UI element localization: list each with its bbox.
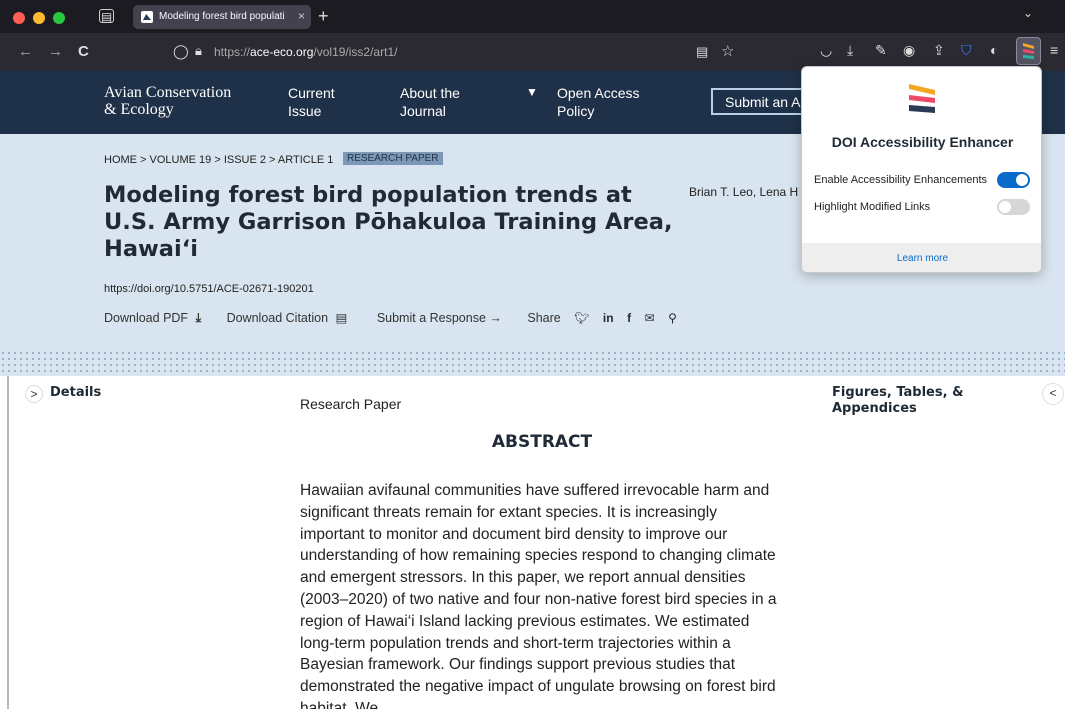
breadcrumb[interactable]: HOME > VOLUME 19 > ISSUE 2 > ARTICLE 1	[104, 154, 333, 166]
citation-icon: ▤	[335, 311, 348, 325]
tab-active[interactable]: Modeling forest bird population ×	[133, 5, 311, 29]
bitwarden-icon[interactable]: ⛉	[961, 42, 972, 59]
url-bar[interactable]: ◯ 🔒︎ https://ace-eco.org/vol19/iss2/art1…	[165, 39, 745, 65]
doi-extension-popup: DOI Accessibility Enhancer Enable Access…	[801, 66, 1042, 273]
lock-icon[interactable]: 🔒︎	[195, 43, 202, 59]
forward-button[interactable]: →	[48, 43, 63, 60]
email-icon[interactable]: ✉	[645, 311, 655, 325]
details-expand-button[interactable]: >	[25, 385, 43, 403]
abstract-heading: ABSTRACT	[491, 432, 593, 452]
browser-window: ▤ Modeling forest bird population × + ⌄ …	[0, 0, 1065, 709]
left-edge-bar	[0, 376, 9, 709]
twitter-icon[interactable]: 🐦︎	[574, 311, 589, 325]
downloads-icon[interactable]: ⤓	[847, 42, 853, 59]
facebook-icon[interactable]: f	[627, 311, 631, 325]
abstract-text: Hawaiian avifaunal communities have suff…	[300, 482, 777, 709]
paper-type-label: Research Paper	[300, 396, 402, 412]
submit-article-button[interactable]: Submit an Article	[711, 88, 811, 115]
reload-button[interactable]: C	[78, 43, 89, 60]
article-authors[interactable]: Brian T. Leo, Lena H	[689, 185, 809, 199]
close-window-button[interactable]	[13, 12, 25, 24]
article-type-badge: RESEARCH PAPER	[343, 152, 443, 165]
enable-enhancements-toggle[interactable]	[997, 172, 1030, 188]
site-logo[interactable]: Avian Conservation & Ecology	[104, 84, 231, 118]
minimize-window-button[interactable]	[33, 12, 45, 24]
tab-overview-icon[interactable]: ▤	[99, 9, 114, 24]
learn-more-link[interactable]: Learn more	[802, 243, 1041, 272]
zoom-window-button[interactable]	[53, 12, 65, 24]
figures-expand-button[interactable]: <	[1042, 383, 1064, 405]
bookmark-star-icon[interactable]: ☆	[721, 42, 734, 60]
share-label: Share	[527, 311, 561, 325]
download-pdf-link[interactable]: Download PDF ⤓	[104, 311, 201, 325]
copy-link-icon[interactable]: ⚲	[668, 311, 677, 325]
details-label[interactable]: Details	[50, 385, 101, 400]
new-tab-button[interactable]: +	[318, 6, 329, 27]
article-title: Modeling forest bird population trends a…	[104, 182, 673, 262]
dropdown-caret-icon[interactable]: ▼	[526, 85, 538, 99]
back-button[interactable]: ←	[18, 43, 33, 60]
submit-response-link[interactable]: Submit a Response →	[377, 311, 502, 325]
doi-extension-logo-icon	[1023, 43, 1034, 59]
decorative-dot-pattern	[0, 350, 1065, 376]
menu-hamburger-icon[interactable]: ≡	[1050, 42, 1058, 58]
pocket-icon[interactable]: ◡	[820, 42, 832, 59]
tab-list-chevron-icon[interactable]: ⌄	[1023, 6, 1033, 20]
tracking-shield-icon[interactable]: ◯	[173, 43, 189, 60]
download-citation-link[interactable]: Download Citation ▤	[227, 311, 352, 325]
nav-current-issue[interactable]: Current Issue	[288, 84, 335, 120]
figures-tables-label[interactable]: Figures, Tables, & Appendices	[832, 385, 982, 417]
doi-logo-icon	[909, 84, 935, 113]
doi-link[interactable]: https://doi.org/10.5751/ACE-02671-190201	[104, 283, 314, 295]
nav-open-access-policy[interactable]: Open Access Policy	[557, 84, 640, 120]
article-actions: Download PDF ⤓ Download Citation ▤ Submi…	[104, 310, 681, 326]
download-icon: ⤓	[195, 311, 202, 325]
highlight-links-label: Highlight Modified Links	[814, 201, 931, 213]
doi-extension-button[interactable]	[1016, 37, 1041, 65]
nav-about-journal[interactable]: About the Journal	[400, 84, 460, 120]
linkedin-icon[interactable]: in	[603, 311, 614, 325]
highlight-links-toggle[interactable]	[997, 199, 1030, 215]
reader-view-icon[interactable]: ▤	[696, 44, 708, 60]
url-text[interactable]: https://ace-eco.org/vol19/iss2/art1/	[214, 45, 397, 59]
site-favicon-icon	[141, 11, 153, 23]
share-icon[interactable]: ⇪	[933, 42, 945, 59]
extension-badge-icon[interactable]: ◐	[990, 42, 998, 58]
enable-enhancements-label: Enable Accessibility Enhancements	[814, 174, 988, 186]
account-icon[interactable]: ◉	[903, 42, 915, 59]
tools-wrench-icon[interactable]: ✎	[875, 42, 887, 59]
tab-close-icon[interactable]: ×	[298, 9, 305, 23]
popup-title: DOI Accessibility Enhancer	[831, 134, 1014, 150]
tab-title: Modeling forest bird population	[159, 11, 284, 22]
tab-bar: ▤ Modeling forest bird population × + ⌄	[0, 0, 1065, 33]
